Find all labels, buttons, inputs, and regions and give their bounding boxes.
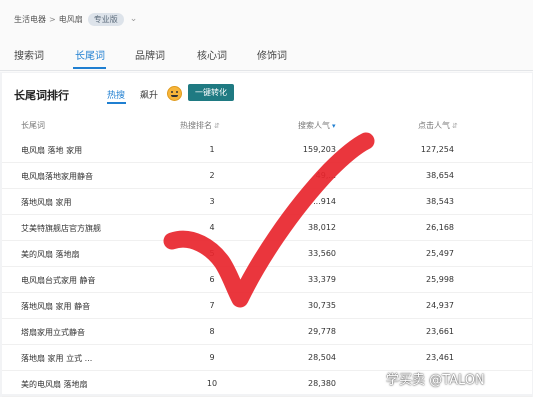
column-header-search-label: 搜索人气: [298, 121, 330, 130]
table-row[interactable]: 落地扇 家用 立式 ... 9 28,504 23,461: [2, 344, 532, 371]
subtab-rising[interactable]: 飙升: [140, 88, 158, 101]
chevron-down-icon[interactable]: ⌄: [130, 14, 138, 24]
search-popularity-cell: 28,504: [308, 353, 336, 362]
section-title: 长尾词排行: [14, 89, 69, 102]
table-row[interactable]: 落地风扇 家用 静音 7 30,735 24,937: [2, 292, 532, 319]
keyword-cell[interactable]: 美的电风扇 落地扇: [21, 379, 88, 390]
top-bar: 生活电器 > 电风扇 专业版 ⌄ 搜索词 长尾词 品牌词 核心词 修饰词: [0, 0, 533, 72]
keyword-cell[interactable]: 美的风扇 落地扇: [21, 249, 80, 260]
emoji-face-icon: [167, 86, 182, 101]
search-popularity-cell: 38,012: [308, 223, 336, 232]
keyword-cell[interactable]: 电风扇台式家用 静音: [21, 275, 96, 286]
tab-brand-words[interactable]: 品牌词: [135, 47, 165, 62]
rank-cell: 10: [206, 379, 218, 388]
column-header-keyword: 长尾词: [21, 120, 45, 131]
rank-cell: 9: [209, 353, 215, 362]
subtab-hot-search[interactable]: 热搜: [107, 88, 125, 101]
edition-badge: 专业版: [87, 12, 124, 26]
rank-cell: 6: [209, 275, 215, 284]
sort-icon[interactable]: ⇵: [214, 122, 220, 130]
click-popularity-cell: 127,254: [420, 145, 454, 154]
click-popularity-cell: 24,937: [426, 301, 454, 310]
keyword-cell[interactable]: 电风扇落地家用静音: [21, 171, 93, 182]
rank-cell: 5: [209, 249, 215, 258]
click-popularity-cell: 23,461: [426, 353, 454, 362]
table-row[interactable]: 电风扇台式家用 静音 6 33,379 25,998: [2, 266, 532, 293]
rank-cell: 2: [209, 171, 215, 180]
search-popularity-cell: ...914: [313, 197, 336, 206]
rank-cell: 8: [209, 327, 215, 336]
search-popularity-cell: 30,735: [308, 301, 336, 310]
search-popularity-cell: 49,...: [315, 171, 336, 180]
sort-icon[interactable]: ⇵: [452, 122, 458, 130]
rank-cell: 1: [209, 145, 215, 154]
keyword-cell[interactable]: 电风扇 落地 家用: [21, 145, 82, 156]
tab-long-tail-words[interactable]: 长尾词: [75, 47, 105, 62]
search-popularity-cell: 159,203: [302, 145, 336, 154]
click-popularity-cell: 25,998: [426, 275, 454, 284]
breadcrumb-separator: >: [49, 14, 56, 24]
table-row[interactable]: 电风扇落地家用静音 2 49,... 38,654: [2, 162, 532, 189]
table-row[interactable]: 美的风扇 落地扇 5 33,560 25,497: [2, 240, 532, 267]
active-tab-indicator: [73, 67, 106, 69]
tab-core-words[interactable]: 核心词: [197, 47, 227, 62]
search-popularity-cell: 33,560: [308, 249, 336, 258]
breadcrumb-category[interactable]: 生活电器: [14, 14, 46, 25]
column-header-click-label: 点击人气: [418, 121, 450, 130]
keyword-cell[interactable]: 塔扇家用立式静音: [21, 327, 85, 338]
column-header-keyword-label: 长尾词: [21, 121, 45, 130]
rank-cell: 4: [209, 223, 215, 232]
watermark: 学买卖 @TALON: [386, 373, 485, 388]
search-popularity-cell: 29,778: [308, 327, 336, 336]
click-popularity-cell: 38,543: [426, 197, 454, 206]
breadcrumb-subcategory[interactable]: 电风扇: [59, 14, 83, 25]
tab-search-words[interactable]: 搜索词: [14, 47, 44, 62]
ranking-panel: 长尾词排行 热搜 飙升 一键转化 长尾词 热搜排名 ⇵ 搜索人气 ▾ 点击人气 ⇵ 电…: [2, 73, 532, 397]
breadcrumb: 生活电器 > 电风扇 专业版 ⌄: [14, 12, 137, 26]
keyword-cell[interactable]: 落地风扇 家用 静音: [21, 301, 90, 312]
rank-cell: 3: [209, 197, 215, 206]
search-popularity-cell: 28,380: [308, 379, 336, 388]
sort-icon[interactable]: ▾: [332, 122, 336, 130]
click-popularity-cell: 23,661: [426, 327, 454, 336]
keyword-cell[interactable]: 落地扇 家用 立式 ...: [21, 353, 92, 364]
click-popularity-cell: 38,654: [426, 171, 454, 180]
column-header-search-popularity[interactable]: 搜索人气 ▾: [298, 120, 336, 131]
table-row[interactable]: 落地风扇 家用 3 ...914 38,543: [2, 188, 532, 215]
keyword-cell[interactable]: 落地风扇 家用: [21, 197, 72, 208]
one-click-convert-button[interactable]: 一键转化: [188, 84, 234, 101]
click-popularity-cell: 25,497: [426, 249, 454, 258]
click-popularity-cell: 26,168: [426, 223, 454, 232]
table-row[interactable]: 电风扇 落地 家用 1 159,203 127,254: [2, 136, 532, 163]
column-header-rank-label: 热搜排名: [180, 121, 212, 130]
column-header-rank[interactable]: 热搜排名 ⇵: [180, 120, 220, 131]
keyword-cell[interactable]: 艾美特旗舰店官方旗舰: [21, 223, 101, 234]
column-header-click-popularity[interactable]: 点击人气 ⇵: [418, 120, 458, 131]
tab-modifier-words[interactable]: 修饰词: [257, 47, 287, 62]
active-subtab-indicator: [107, 102, 126, 104]
table-row[interactable]: 艾美特旗舰店官方旗舰 4 38,012 26,168: [2, 214, 532, 241]
search-popularity-cell: 33,379: [308, 275, 336, 284]
table-row[interactable]: 塔扇家用立式静音 8 29,778 23,661: [2, 318, 532, 345]
rank-cell: 7: [209, 301, 215, 310]
